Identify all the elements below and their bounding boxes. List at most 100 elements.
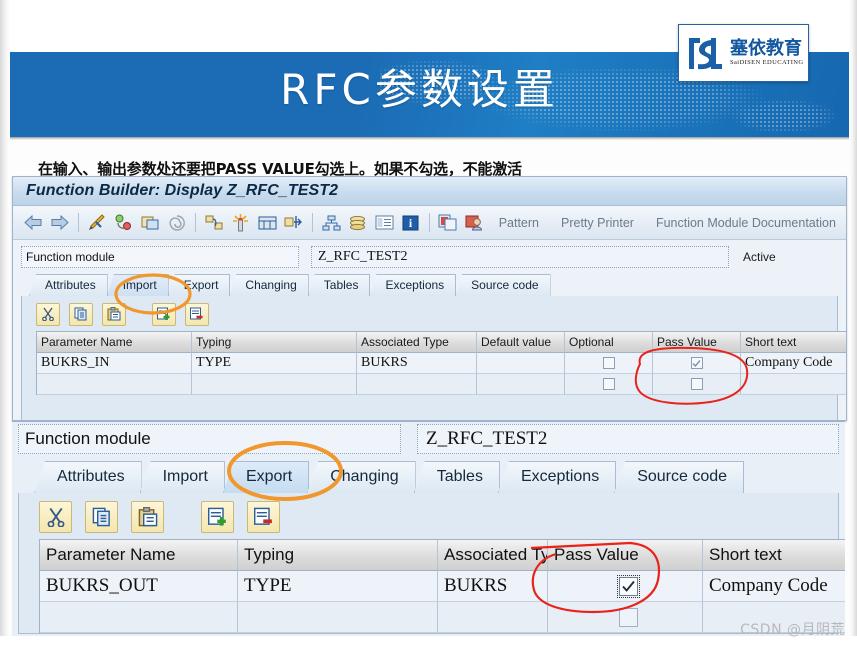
- table-row[interactable]: [40, 602, 845, 633]
- tab-changing[interactable]: Changing: [229, 274, 309, 296]
- zoom-column-header-associated-type[interactable]: Associated Type: [438, 540, 548, 571]
- breakpoint-icon[interactable]: [255, 210, 279, 235]
- cell-optional-checkbox[interactable]: [565, 374, 653, 395]
- function-module-documentation-button[interactable]: Function Module Documentation: [646, 216, 846, 230]
- pass-value-checkbox[interactable]: [690, 378, 703, 390]
- column-header-pass-value[interactable]: Pass Value: [653, 332, 741, 353]
- copy-template-icon[interactable]: [436, 210, 460, 235]
- csdn-watermark: CSDN @月阴荒: [740, 622, 845, 638]
- check-syntax-icon[interactable]: [85, 210, 109, 235]
- zoom-tab-attributes[interactable]: Attributes: [34, 461, 142, 493]
- activate-icon[interactable]: [111, 210, 135, 235]
- zoom-column-header-typing[interactable]: Typing: [238, 540, 438, 571]
- zoom-tab-changing[interactable]: Changing: [307, 461, 416, 493]
- cell-typing[interactable]: TYPE: [192, 353, 357, 374]
- zoom-cell-short-text[interactable]: Company Code: [703, 571, 845, 602]
- forward-arrow-icon[interactable]: [47, 210, 71, 235]
- table-row[interactable]: [37, 374, 846, 395]
- zoom-tab-source-code[interactable]: Source code: [614, 461, 745, 493]
- cut-icon[interactable]: [36, 302, 60, 326]
- grid-toolbar: [22, 296, 837, 331]
- table-display-icon[interactable]: [372, 210, 396, 235]
- optional-checkbox[interactable]: [602, 378, 615, 390]
- tab-exceptions[interactable]: Exceptions: [369, 274, 457, 296]
- where-used-list-icon[interactable]: [138, 210, 162, 235]
- table-row[interactable]: BUKRS_OUT TYPE BUKRS Company Code: [40, 571, 845, 602]
- user-icon[interactable]: [462, 210, 486, 235]
- column-header-short-text[interactable]: Short text: [741, 332, 846, 353]
- paste-icon[interactable]: [102, 302, 126, 326]
- zoom-cell-pass-value-checkbox[interactable]: [548, 602, 703, 633]
- zoom-tab-import[interactable]: Import: [139, 461, 225, 493]
- tab-export[interactable]: Export: [167, 274, 231, 296]
- pattern-spiral-icon[interactable]: [164, 210, 188, 235]
- import-parameters-panel: Parameter Name Typing Associated Type De…: [21, 296, 846, 420]
- zoom-tab-export[interactable]: Export: [222, 461, 310, 493]
- cell-associated-type[interactable]: BUKRS: [357, 353, 477, 374]
- zoom-cell-typing[interactable]: TYPE: [238, 571, 438, 602]
- paste-icon[interactable]: [131, 501, 164, 533]
- delete-row-icon[interactable]: [185, 302, 209, 326]
- column-header-typing[interactable]: Typing: [192, 332, 357, 353]
- navigate-icon[interactable]: [281, 210, 305, 235]
- cell-optional-checkbox[interactable]: [565, 353, 653, 374]
- cell-default-value[interactable]: [477, 353, 565, 374]
- column-header-default-value[interactable]: Default value: [477, 332, 565, 353]
- import-parameters-grid: Parameter Name Typing Associated Type De…: [36, 331, 846, 395]
- stack-icon[interactable]: [345, 210, 369, 235]
- logo-chinese-name: 塞依教育: [730, 38, 802, 59]
- delete-row-icon[interactable]: [247, 501, 280, 533]
- information-icon[interactable]: i: [398, 210, 422, 235]
- pretty-printer-button[interactable]: Pretty Printer: [551, 216, 644, 230]
- insert-row-icon[interactable]: [152, 302, 176, 326]
- function-module-name-input[interactable]: Z_RFC_TEST2: [311, 246, 729, 268]
- zoom-cell-associated-type[interactable]: BUKRS: [438, 571, 548, 602]
- display-object-list-icon[interactable]: [202, 210, 226, 235]
- cell-associated-type[interactable]: [357, 374, 477, 395]
- cell-short-text[interactable]: [741, 374, 846, 395]
- zoom-cell-pass-value-checkbox[interactable]: [548, 571, 703, 602]
- tab-import[interactable]: Import: [106, 274, 169, 296]
- zoom-column-header-short-text[interactable]: Short text: [703, 540, 845, 571]
- cut-icon[interactable]: [39, 501, 72, 533]
- cell-pass-value-checkbox[interactable]: [653, 374, 741, 395]
- zoom-column-header-pass-value[interactable]: Pass Value: [548, 540, 703, 571]
- tab-attributes[interactable]: Attributes: [29, 274, 108, 296]
- tab-source-code[interactable]: Source code: [455, 274, 551, 296]
- column-header-optional[interactable]: Optional: [565, 332, 653, 353]
- pattern-button[interactable]: Pattern: [489, 216, 549, 230]
- column-header-parameter-name[interactable]: Parameter Name: [37, 332, 192, 353]
- back-arrow-icon[interactable]: [21, 210, 45, 235]
- table-row[interactable]: BUKRS_IN TYPE BUKRS Company Code: [37, 353, 846, 374]
- object-navigator-icon[interactable]: [319, 210, 343, 235]
- zoom-cell-parameter-name[interactable]: [40, 602, 238, 633]
- logo-english-name: SaiDISEN EDUCATING: [730, 59, 804, 66]
- sap-function-builder-window: Function Builder: Display Z_RFC_TEST2 i …: [12, 176, 847, 421]
- zoom-function-module-name-input[interactable]: Z_RFC_TEST2: [417, 424, 839, 454]
- pass-value-checkbox[interactable]: [618, 607, 638, 627]
- zoom-column-header-parameter-name[interactable]: Parameter Name: [40, 540, 238, 571]
- optional-checkbox[interactable]: [602, 357, 615, 369]
- copy-icon[interactable]: [69, 302, 93, 326]
- tab-tables[interactable]: Tables: [307, 274, 371, 296]
- cell-parameter-name[interactable]: BUKRS_IN: [37, 353, 192, 374]
- column-header-associated-type[interactable]: Associated Type: [357, 332, 477, 353]
- zoom-cell-parameter-name[interactable]: BUKRS_OUT: [40, 571, 238, 602]
- cell-typing[interactable]: [192, 374, 357, 395]
- cell-parameter-name[interactable]: [37, 374, 192, 395]
- cell-short-text[interactable]: Company Code: [741, 353, 846, 374]
- cell-default-value[interactable]: [477, 374, 565, 395]
- window-title: Function Builder: Display Z_RFC_TEST2: [26, 182, 339, 199]
- zoom-tab-tables[interactable]: Tables: [413, 461, 500, 493]
- pass-value-checkbox-checked-focused[interactable]: [616, 574, 640, 598]
- zoom-cell-typing[interactable]: [238, 602, 438, 633]
- copy-icon[interactable]: [85, 501, 118, 533]
- insert-row-icon[interactable]: [201, 501, 234, 533]
- zoom-tab-exceptions[interactable]: Exceptions: [497, 461, 617, 493]
- zoom-cell-associated-type[interactable]: [438, 602, 548, 633]
- toolbar-separator: [428, 213, 430, 232]
- pass-value-checkbox-checked[interactable]: [690, 357, 703, 369]
- cell-pass-value-checkbox[interactable]: [653, 353, 741, 374]
- zoom-grid-toolbar: [19, 493, 838, 539]
- single-test-icon[interactable]: [228, 210, 252, 235]
